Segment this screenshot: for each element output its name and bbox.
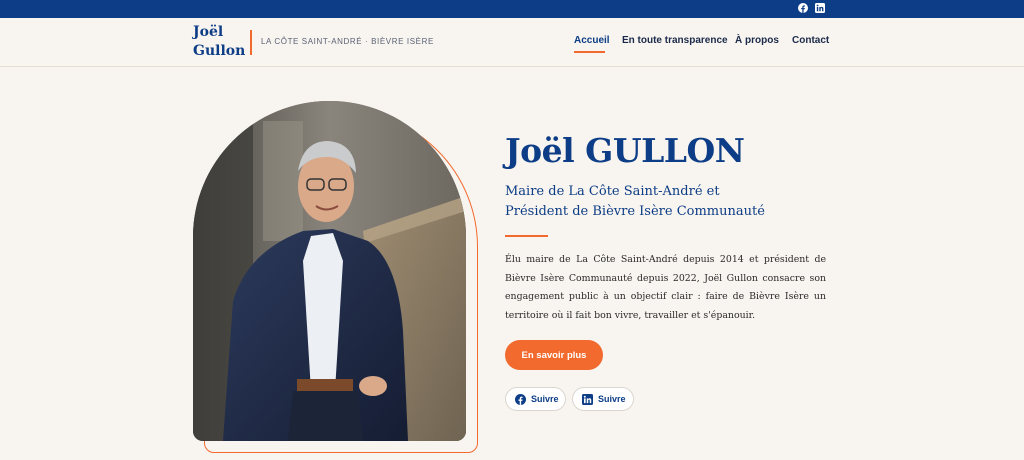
facebook-icon[interactable] (797, 2, 809, 14)
top-bar (0, 0, 1024, 18)
nav-item-a-propos[interactable]: À propos (735, 35, 779, 51)
follow-facebook-button[interactable]: Suivre (505, 387, 566, 411)
follow-linkedin-button[interactable]: Suivre (572, 387, 634, 411)
site-tagline: LA CÔTE SAINT-ANDRÉ · BIÈVRE ISÈRE (261, 37, 434, 46)
logo-divider (250, 30, 252, 55)
follow-facebook-label: Suivre (531, 394, 559, 404)
nav-item-contact[interactable]: Contact (792, 35, 829, 51)
subtitle-line-1: Maire de La Côte Saint-André et (505, 184, 720, 199)
subtitle-line-2: Président de Bièvre Isère Communauté (505, 204, 765, 219)
hero-bio: Élu maire de La Côte Saint-André depuis … (505, 254, 826, 321)
hero-subtitle: Maire de La Côte Saint-André et Présiden… (505, 182, 765, 222)
site-header: Joël Gullon LA CÔTE SAINT-ANDRÉ · BIÈVRE… (0, 18, 1024, 67)
hero-name: Joël GULLON (505, 131, 745, 170)
portrait-photo (193, 101, 466, 441)
linkedin-icon (582, 393, 593, 405)
nav-item-transparence[interactable]: En toute transparence (622, 35, 728, 51)
logo-first-name: Joël (193, 24, 224, 40)
logo-last-name: Gullon (193, 43, 246, 59)
accent-divider (505, 235, 548, 237)
nav-item-accueil[interactable]: Accueil (574, 35, 610, 51)
follow-linkedin-label: Suivre (598, 394, 626, 404)
linkedin-icon[interactable] (814, 2, 826, 14)
site-logo[interactable]: Joël Gullon (193, 23, 247, 61)
learn-more-button[interactable]: En savoir plus (505, 340, 603, 370)
facebook-icon (515, 393, 526, 405)
nav-active-indicator (574, 51, 605, 53)
